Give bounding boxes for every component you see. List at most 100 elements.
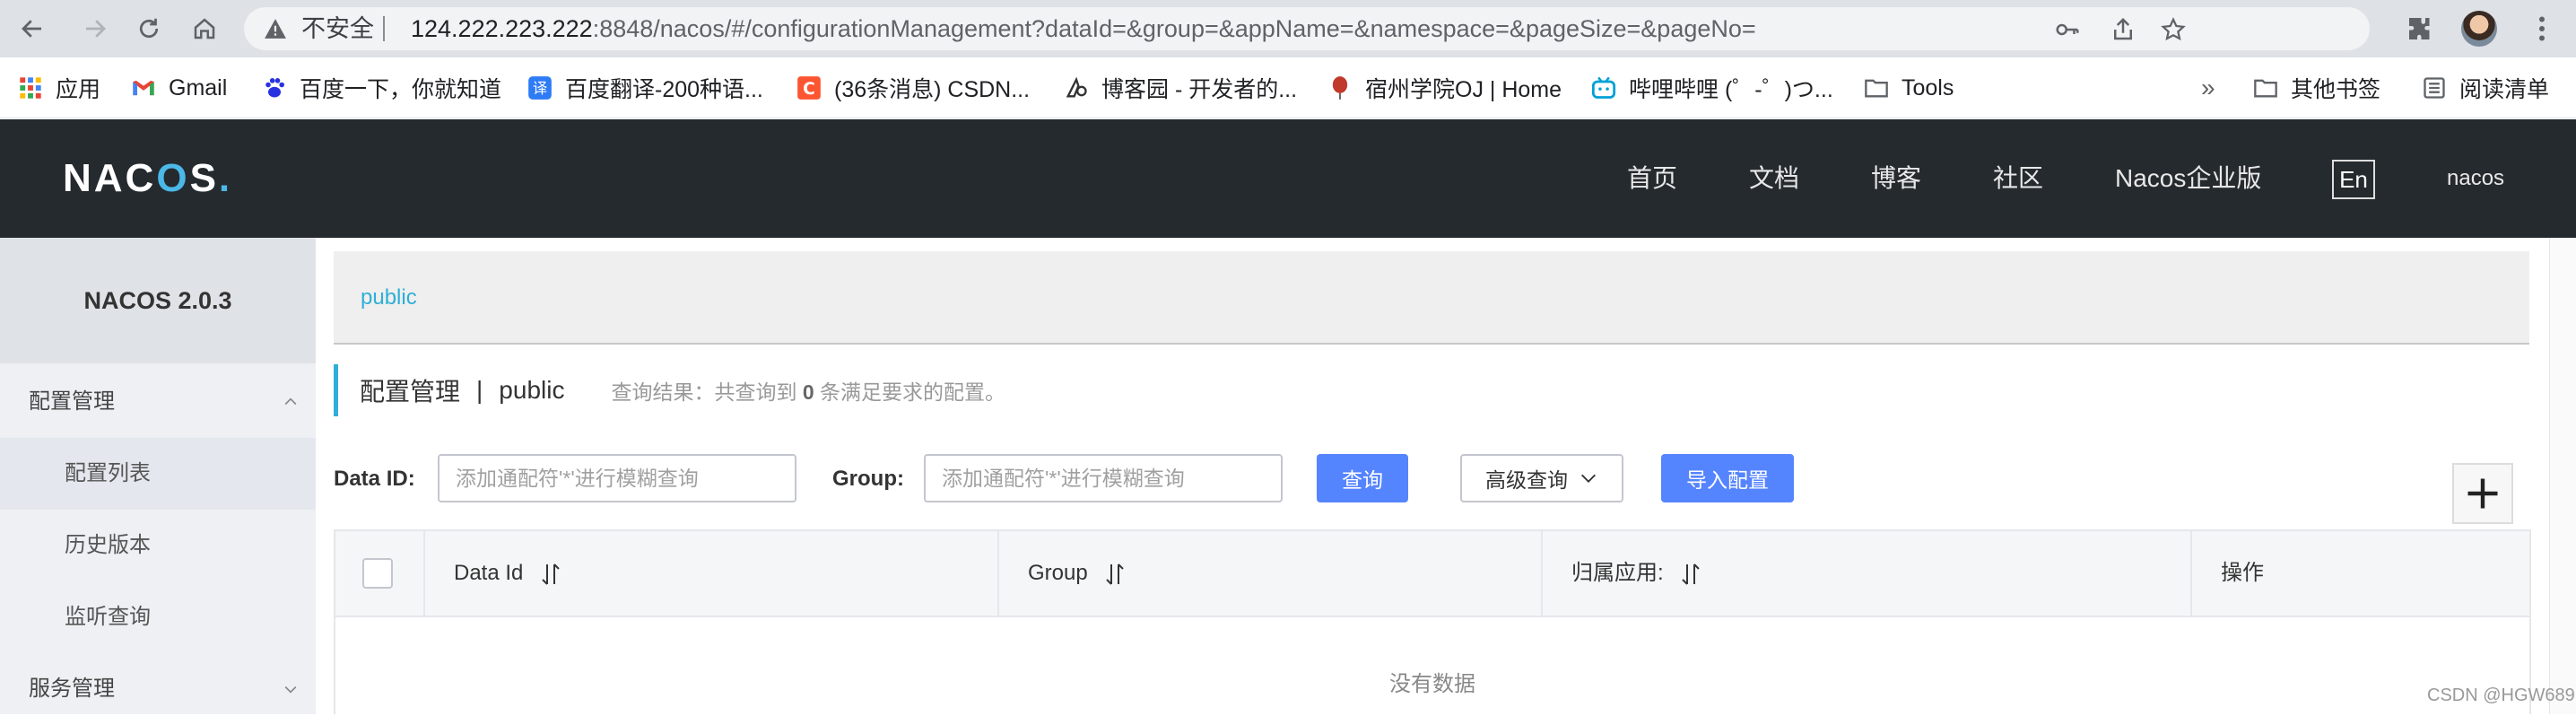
result-count: 0 xyxy=(802,380,814,404)
sidebar-item-config-list[interactable]: 配置列表 xyxy=(0,438,316,510)
sidebar-group-label: 服务管理 xyxy=(29,677,115,701)
home-button[interactable] xyxy=(187,11,222,47)
bookmark-cnblogs[interactable]: 博客园 - 开发者的... xyxy=(1064,57,1297,118)
result-prefix: 查询结果：共查询到 xyxy=(611,380,797,404)
baidu-paw-icon xyxy=(262,75,287,100)
app-header: NACOS. 首页 文档 博客 社区 Nacos企业版 En nacos xyxy=(0,119,2576,238)
bookmark-apps[interactable]: 应用 xyxy=(18,57,100,118)
bookmark-other[interactable]: 其他书签 xyxy=(2253,57,2380,118)
sidebar-item-listener[interactable]: 监听查询 xyxy=(0,581,316,653)
group-label: Group: xyxy=(832,467,904,491)
chevron-down-icon xyxy=(1581,474,1596,483)
advanced-query-button[interactable]: 高级查询 xyxy=(1460,454,1623,502)
bookmark-gmail[interactable]: Gmail xyxy=(131,57,227,118)
sidebar-group-label: 配置管理 xyxy=(29,389,115,414)
query-result-text: 查询结果：共查询到 0 条满足要求的配置。 xyxy=(611,375,1005,406)
column-header-data-id[interactable]: Data Id xyxy=(454,531,561,616)
bookmark-label: 百度一下，你就知道 xyxy=(300,77,502,102)
cnblogs-icon xyxy=(1064,75,1089,100)
bookmark-label: 宿州学院OJ | Home xyxy=(1365,77,1562,102)
page-title: 配置管理 | public 查询结果：共查询到 0 条满足要求的配置。 xyxy=(334,364,1005,416)
bookmark-csdn[interactable]: C (36条消息) CSDN... xyxy=(796,57,1030,118)
sidebar: NACOS 2.0.3 配置管理 配置列表 历史版本 监听查询 服务管理 xyxy=(0,238,316,714)
bookmark-label: Gmail xyxy=(169,74,228,100)
data-id-input[interactable] xyxy=(438,454,796,502)
select-all-checkbox[interactable] xyxy=(362,558,393,589)
nav-home[interactable]: 首页 xyxy=(1627,119,1677,238)
nav-docs[interactable]: 文档 xyxy=(1749,119,1799,238)
bookmark-baidu[interactable]: 百度一下，你就知道 xyxy=(262,57,501,118)
share-icon[interactable] xyxy=(2110,16,2137,43)
group-input[interactable] xyxy=(924,454,1283,502)
reload-button[interactable] xyxy=(131,11,167,47)
nacos-logo[interactable]: NACOS. xyxy=(63,155,232,202)
bookmarks-bar: 应用 Gmail 百度一下，你就知道 译 百度翻译-200种语... C (36… xyxy=(0,57,2576,118)
forward-button[interactable] xyxy=(77,11,113,47)
advanced-query-label: 高级查询 xyxy=(1485,468,1568,492)
extensions-puzzle-icon[interactable] xyxy=(2404,13,2436,45)
table-header: Data Id Group 归属应用: 操作 xyxy=(335,531,2529,617)
column-header-group[interactable]: Group xyxy=(1028,531,1126,616)
url-text[interactable]: 124.222.223.222:8848/nacos/#/configurati… xyxy=(411,7,1756,50)
svg-text:C: C xyxy=(803,80,815,99)
baidu-translate-icon: 译 xyxy=(527,75,553,100)
user-menu[interactable]: nacos xyxy=(2447,119,2504,238)
nav-blog[interactable]: 博客 xyxy=(1871,119,1921,238)
empty-state: 没有数据 xyxy=(1389,672,1475,696)
column-label: Data Id xyxy=(454,561,524,585)
result-suffix: 条满足要求的配置。 xyxy=(820,380,1006,404)
bookmarks-overflow[interactable]: » xyxy=(2201,57,2215,118)
bilibili-icon xyxy=(1591,75,1616,100)
sidebar-item-history[interactable]: 历史版本 xyxy=(0,510,316,581)
page-title-separator: | xyxy=(476,376,483,404)
sort-icon[interactable] xyxy=(540,562,561,587)
chevron-up-icon xyxy=(284,397,297,406)
namespace-bar: public xyxy=(334,251,2529,345)
warning-icon xyxy=(265,19,286,39)
namespace-public-link[interactable]: public xyxy=(361,251,417,345)
column-divider xyxy=(1541,531,1543,616)
key-icon[interactable] xyxy=(2054,16,2081,43)
sort-icon[interactable] xyxy=(1104,562,1126,587)
address-bar[interactable]: 不安全 124.222.223.222:8848/nacos/#/configu… xyxy=(244,7,2370,50)
column-header-app[interactable]: 归属应用: xyxy=(1571,531,1701,616)
reading-list-icon xyxy=(2422,75,2447,100)
query-button[interactable]: 查询 xyxy=(1317,454,1408,502)
column-divider xyxy=(997,531,999,616)
reading-list[interactable]: 阅读清单 xyxy=(2422,57,2549,118)
reload-icon xyxy=(139,18,159,39)
security-status[interactable]: 不安全 xyxy=(301,7,374,50)
bookmark-oj[interactable]: 宿州学院OJ | Home xyxy=(1327,57,1562,118)
page-title-text: 配置管理 xyxy=(360,378,461,406)
folder-icon xyxy=(1864,75,1889,100)
bookmark-label: 应用 xyxy=(56,77,101,102)
nav-enterprise[interactable]: Nacos企业版 xyxy=(2115,119,2261,238)
gmail-icon xyxy=(131,75,156,100)
page-title-namespace: public xyxy=(499,376,565,404)
url-path: :8848/nacos/#/configurationManagement?da… xyxy=(592,15,1756,42)
sidebar-group-service[interactable]: 服务管理 xyxy=(0,653,316,725)
language-switch[interactable]: En xyxy=(2332,160,2375,199)
add-config-button[interactable] xyxy=(2452,463,2513,524)
plus-icon xyxy=(2467,478,2498,509)
import-config-button[interactable]: 导入配置 xyxy=(1661,454,1794,502)
apps-grid-icon xyxy=(18,75,43,100)
sort-icon[interactable] xyxy=(1680,562,1701,587)
star-icon[interactable] xyxy=(2160,16,2187,43)
data-id-label: Data ID: xyxy=(334,467,415,491)
nav-community[interactable]: 社区 xyxy=(1993,119,2043,238)
bookmark-baidu-translate[interactable]: 译 百度翻译-200种语... xyxy=(527,57,763,118)
bookmark-label: 博客园 - 开发者的... xyxy=(1101,77,1298,102)
bookmark-tools[interactable]: Tools xyxy=(1864,57,1954,118)
config-table: Data Id Group 归属应用: 操作 没有数据 xyxy=(334,529,2531,714)
bookmark-label: 哔哩哔哩 (゜-゜)つ... xyxy=(1629,77,1833,102)
bookmark-label: 其他书签 xyxy=(2291,77,2381,102)
back-button[interactable] xyxy=(14,11,50,47)
sidebar-group-config[interactable]: 配置管理 xyxy=(0,366,316,438)
arrow-left-icon xyxy=(22,20,41,38)
main-scrollbar[interactable] xyxy=(2549,238,2576,714)
arrow-right-icon xyxy=(86,20,106,38)
more-vertical-icon[interactable] xyxy=(2526,13,2558,45)
bookmark-bilibili[interactable]: 哔哩哔哩 (゜-゜)つ... xyxy=(1591,57,1833,118)
profile-avatar[interactable] xyxy=(2461,11,2497,47)
